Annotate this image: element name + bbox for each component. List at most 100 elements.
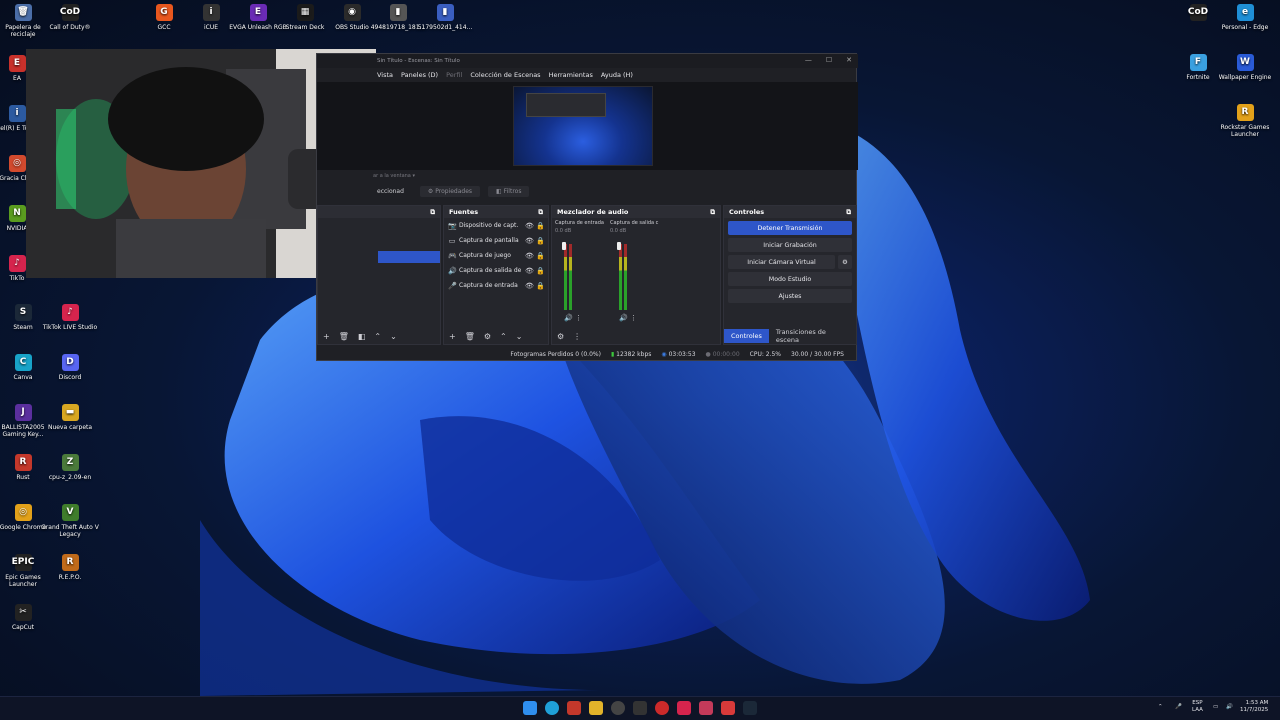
tiktok-icon[interactable] [677,701,691,715]
move-down-icon[interactable]: ⌄ [516,332,523,341]
edge-icon[interactable] [545,701,559,715]
add-scene-icon[interactable]: + [323,332,330,341]
more-icon[interactable]: ⋮ [630,314,637,322]
menu-herramientas[interactable]: Herramientas [549,71,593,79]
remove-scene-icon[interactable]: 🗑 [339,332,349,341]
menu-ayuda[interactable]: Ayuda (H) [601,71,633,79]
minimize-icon[interactable]: — [805,56,812,64]
network-icon[interactable]: ▭ [1213,704,1218,711]
menu-perfil[interactable]: Perfil [446,71,462,79]
source-item[interactable]: 🔊 Captura de salida de 👁 🔒 [444,263,548,278]
desktop-shortcut[interactable]: CoD Call of Duty® [39,4,101,31]
app-icon[interactable] [567,701,581,715]
start-icon[interactable] [523,701,537,715]
stop-stream-button[interactable]: Detener Transmisión [728,221,852,235]
eye-icon[interactable]: 👁 [525,222,534,230]
chrome-icon[interactable] [655,701,669,715]
volume-slider-handle[interactable] [617,242,621,250]
source-name: Captura de entrada [459,282,518,289]
desktop-shortcut[interactable]: D Discord [39,354,101,381]
menu-vista[interactable]: Vista [377,71,393,79]
dock-float-icon[interactable]: ⧉ [846,208,851,217]
dock-float-icon[interactable]: ⧉ [710,208,715,217]
obs-icon[interactable] [611,701,625,715]
volume-slider-handle[interactable] [562,242,566,250]
eye-icon[interactable]: 👁 [525,267,534,275]
desktop-shortcut[interactable]: ▮ 5179502d1_414... [414,4,476,31]
lock-icon[interactable]: 🔒 [536,252,545,260]
move-up-icon[interactable]: ⌃ [374,332,381,341]
studio-mode-button[interactable]: Modo Estudio [728,272,852,286]
desktop-shortcut-icon: i [8,105,26,122]
desktop-shortcut[interactable]: R Rockstar Games Launcher [1214,104,1276,138]
more-icon[interactable]: ⋮ [573,332,581,341]
settings-button[interactable]: Ajustes [728,289,852,303]
close-icon[interactable]: ✕ [846,56,852,64]
desktop-shortcut-icon: R [1236,104,1254,121]
tab-controles[interactable]: Controles [724,329,769,343]
desktop-shortcut[interactable]: ♪ TikTok LIVE Studio [39,304,101,331]
source-type-icon: 🎤 [448,281,457,290]
chevron-up-icon[interactable]: ⌃ [1158,704,1163,711]
move-up-icon[interactable]: ⌃ [500,332,507,341]
mic-icon[interactable]: 🎤 [1175,704,1182,711]
source-item[interactable]: ▭ Captura de pantalla 👁 🔒 [444,233,548,248]
menu-paneles[interactable]: Paneles (D) [401,71,438,79]
volume-icon[interactable]: 🔊 [1226,704,1233,711]
lock-icon[interactable]: 🔒 [536,222,545,230]
desktop-icon-label: TikTok LIVE Studio [42,324,98,331]
remove-source-icon[interactable]: 🗑 [465,332,475,341]
source-type-icon: 🎮 [448,251,457,260]
app-icon[interactable] [721,701,735,715]
start-virtual-camera-button[interactable]: Iniciar Cámara Virtual [728,255,835,269]
source-settings-icon[interactable]: ⚙ [484,332,491,341]
desktop-shortcut[interactable]: ▬ Nueva carpeta [39,404,101,431]
obs-window[interactable]: Sin Título - Escenas: Sin Título — ☐ ✕ V… [316,53,858,361]
desktop-shortcut[interactable]: R R.E.P.O. [39,554,101,581]
add-source-icon[interactable]: + [449,332,456,341]
steam-icon[interactable] [743,701,757,715]
speaker-icon[interactable]: 🔊 [564,314,573,322]
speaker-icon[interactable]: 🔊 [619,314,628,322]
mixer-settings-icon[interactable]: ⚙ [557,332,564,341]
maximize-icon[interactable]: ☐ [826,56,832,64]
desktop-shortcut[interactable]: V Grand Theft Auto V Legacy [39,504,101,538]
app-icon[interactable] [699,701,713,715]
language-indicator[interactable]: ESP LAA [1192,700,1203,714]
stream-deck-icon[interactable] [633,701,647,715]
eye-icon[interactable]: 👁 [525,237,534,245]
scene-item-selected[interactable] [378,251,440,263]
chevron-down-icon[interactable]: ▾ [412,173,415,179]
desktop-shortcut-icon: ◎ [8,155,26,172]
eye-icon[interactable]: 👁 [525,282,534,290]
source-item[interactable]: 🎤 Captura de entrada 👁 🔒 [444,278,548,293]
lock-icon[interactable]: 🔒 [536,282,545,290]
dock-float-icon[interactable]: ⧉ [430,208,435,217]
file-explorer-icon[interactable] [589,701,603,715]
clock[interactable]: 1:53 AM 11/7/2025 [1240,700,1268,714]
desktop-shortcut[interactable]: ✂ CapCut [0,604,54,631]
start-recording-button[interactable]: Iniciar Grabación [728,238,852,252]
dock-float-icon[interactable]: ⧉ [538,208,543,217]
more-icon[interactable]: ⋮ [575,314,582,322]
lock-icon[interactable]: 🔒 [536,267,545,275]
desktop-shortcut-icon: V [61,504,79,521]
eye-icon[interactable]: 👁 [525,252,534,260]
desktop-shortcut[interactable]: e Personal - Edge [1214,4,1276,31]
filters-button[interactable]: ◧ Filtros [488,185,530,197]
desktop-shortcut-icon: e [1236,4,1254,21]
desktop-shortcut-icon: ◎ [14,504,32,521]
properties-button[interactable]: ⚙ Propiedades [419,185,481,197]
move-down-icon[interactable]: ⌄ [390,332,397,341]
desktop-shortcut[interactable]: Zcpu-z_2.09-en [39,454,101,481]
source-item[interactable]: 🎮 Captura de juego 👁 🔒 [444,248,548,263]
scene-filter-icon[interactable]: ◧ [358,332,366,341]
obs-preview[interactable] [317,82,858,170]
tab-transiciones[interactable]: Transiciones de escena [769,325,856,347]
obs-titlebar[interactable]: Sin Título - Escenas: Sin Título — ☐ ✕ [317,54,858,68]
desktop-shortcut[interactable]: W Wallpaper Engine [1214,54,1276,81]
menu-coleccion[interactable]: Colección de Escenas [470,71,540,79]
source-item[interactable]: 📷 Dispositivo de capt. 👁 🔒 [444,218,548,233]
lock-icon[interactable]: 🔒 [536,237,545,245]
virtual-camera-settings-icon[interactable]: ⚙ [838,255,852,269]
